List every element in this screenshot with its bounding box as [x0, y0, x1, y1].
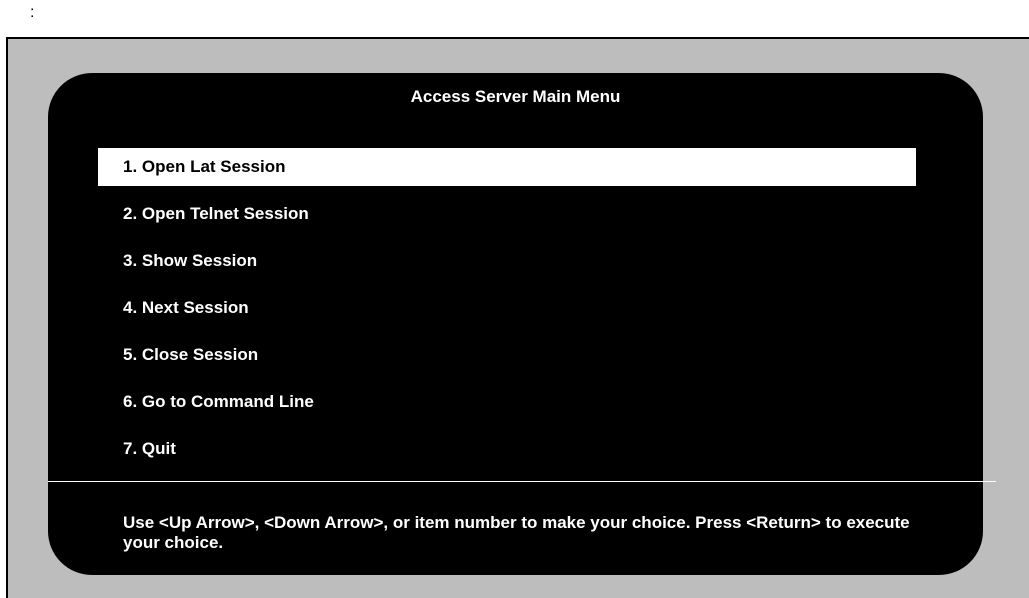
menu-item-show-session[interactable]: 3. Show Session — [98, 242, 916, 280]
help-text: Use <Up Arrow>, <Down Arrow>, or item nu… — [123, 513, 910, 552]
menu-item-open-telnet-session[interactable]: 2. Open Telnet Session — [98, 195, 916, 233]
menu-item-close-session[interactable]: 5. Close Session — [98, 336, 916, 374]
menu-item-open-lat-session[interactable]: 1. Open Lat Session — [98, 148, 916, 186]
main-menu: 1. Open Lat Session 2. Open Telnet Sessi… — [98, 148, 916, 477]
terminal-screen: Access Server Main Menu 1. Open Lat Sess… — [48, 73, 996, 575]
menu-item-next-session[interactable]: 4. Next Session — [98, 289, 916, 327]
menu-item-go-to-command-line[interactable]: 6. Go to Command Line — [98, 383, 916, 421]
divider — [48, 481, 996, 482]
menu-title: Access Server Main Menu — [410, 87, 621, 106]
menu-item-quit[interactable]: 7. Quit — [98, 430, 916, 468]
terminal-frame: Access Server Main Menu 1. Open Lat Sess… — [6, 37, 1029, 598]
header-mark: : — [30, 4, 35, 21]
